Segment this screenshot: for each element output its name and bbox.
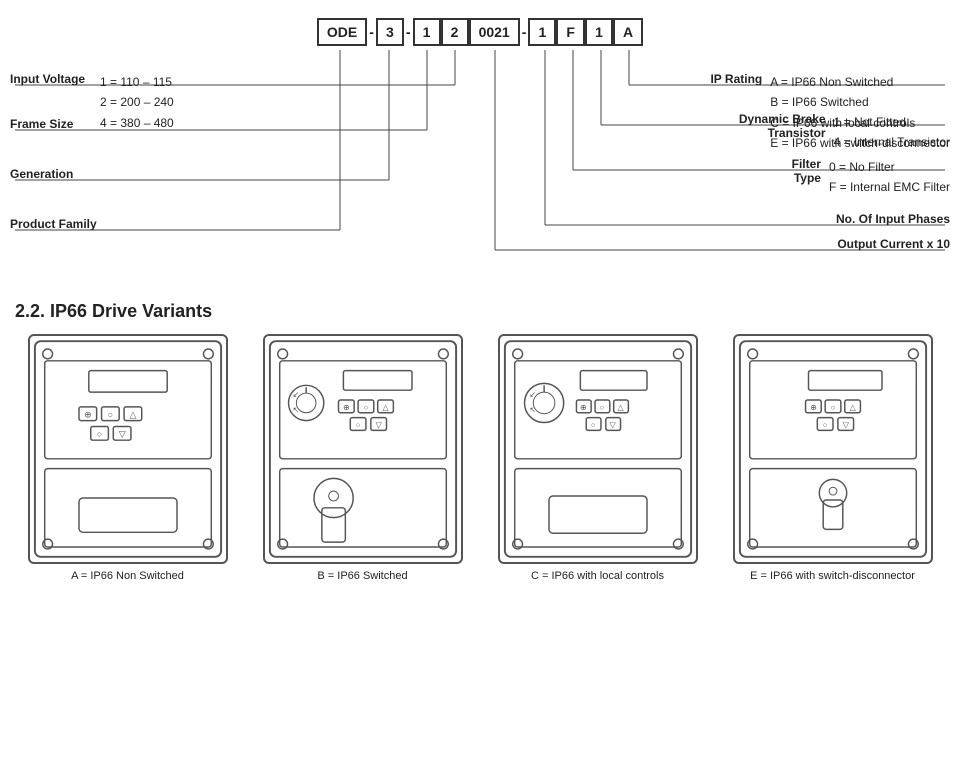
variant-E: ⊕ ○ △ ○ ▽ E = IP6: [720, 334, 945, 582]
connector-diagram: Input Voltage 1 = 110 – 1152 = 200 – 240…: [10, 50, 950, 273]
filter-type-key: FilterType: [792, 157, 821, 198]
part-number-diagram: ODE - 3 - 1 2 0021 - 1 F 1 A: [15, 10, 945, 273]
drive-C-svg: ↙ ↖ ⊕ ○ △ ○ ▽: [500, 336, 696, 562]
filter-type-values: 0 = No FilterF = Internal EMC Filter: [829, 157, 950, 198]
section-22-title: 2.2. IP66 Drive Variants: [15, 301, 945, 322]
variant-E-label: E = IP66 with switch-disconnector: [750, 570, 915, 582]
variant-E-image: ⊕ ○ △ ○ ▽: [733, 334, 933, 564]
svg-text:▽: ▽: [375, 420, 382, 429]
variant-C-image: ↙ ↖ ⊕ ○ △ ○ ▽: [498, 334, 698, 564]
variant-B: ↙ ↖ ⊕ ○ △ ○ ▽: [250, 334, 475, 582]
product-family-label: Product Family: [10, 217, 97, 231]
svg-text:⊕: ⊕: [810, 403, 817, 412]
input-voltage-key: Input Voltage: [10, 72, 100, 86]
svg-text:⊕: ⊕: [580, 403, 587, 412]
input-voltage-values: 1 = 110 – 1152 = 200 – 2404 = 380 – 480: [100, 72, 174, 133]
output-current-key: Output Current x 10: [837, 237, 950, 251]
svg-text:⊕: ⊕: [343, 403, 350, 412]
drive-A-svg: ⊕ ○ △ ○ ▽: [30, 336, 226, 562]
svg-text:↙: ↙: [529, 390, 536, 399]
num-phases-label: No. Of Input Phases: [836, 212, 950, 226]
svg-text:○: ○: [599, 403, 604, 412]
svg-text:▽: ▽: [842, 420, 849, 429]
frame-size-key: Frame Size: [10, 117, 73, 131]
code-F: F: [556, 18, 585, 46]
drive-E-svg: ⊕ ○ △ ○ ▽: [735, 336, 931, 562]
num-phases-key: No. Of Input Phases: [836, 212, 950, 226]
svg-text:○: ○: [830, 403, 835, 412]
svg-text:○: ○: [96, 429, 101, 439]
generation-label: Generation: [10, 167, 73, 181]
svg-text:○: ○: [363, 403, 368, 412]
code-0021: 0021: [469, 18, 520, 46]
generation-key: Generation: [10, 167, 73, 181]
output-current-label: Output Current x 10: [837, 237, 950, 251]
svg-text:○: ○: [590, 420, 595, 429]
sep3: -: [520, 24, 529, 40]
svg-text:△: △: [129, 410, 136, 420]
svg-text:▽: ▽: [609, 420, 616, 429]
sep2: -: [404, 24, 413, 40]
dynamic-brake-label: Dynamic BrakeTransistor 1 = Not Fitted4 …: [739, 112, 950, 153]
code-2: 2: [441, 18, 469, 46]
svg-text:○: ○: [355, 420, 360, 429]
sep1: -: [367, 24, 376, 40]
svg-text:⊕: ⊕: [84, 410, 91, 420]
variant-A: ⊕ ○ △ ○ ▽ A = IP66 Non Switched: [15, 334, 240, 582]
code-3: 3: [376, 18, 404, 46]
variant-A-image: ⊕ ○ △ ○ ▽: [28, 334, 228, 564]
svg-text:↖: ↖: [529, 406, 536, 415]
dynamic-brake-key: Dynamic BrakeTransistor: [739, 112, 826, 153]
code-A: A: [613, 18, 643, 46]
svg-text:↙: ↙: [292, 390, 299, 399]
product-family-key: Product Family: [10, 217, 97, 231]
code-ode: ODE: [317, 18, 367, 46]
svg-text:○: ○: [107, 410, 112, 420]
svg-text:○: ○: [822, 420, 827, 429]
code-1c: 1: [585, 18, 613, 46]
frame-size-label: Frame Size: [10, 117, 73, 131]
svg-text:↖: ↖: [292, 406, 299, 415]
code-1b: 1: [528, 18, 556, 46]
svg-text:△: △: [617, 403, 624, 412]
variant-B-label: B = IP66 Switched: [317, 570, 407, 582]
dynamic-brake-values: 1 = Not Fitted4 = Internal Transistor: [834, 112, 950, 153]
filter-type-label: FilterType 0 = No FilterF = Internal EMC…: [792, 157, 950, 198]
variant-B-image: ↙ ↖ ⊕ ○ △ ○ ▽: [263, 334, 463, 564]
svg-text:△: △: [849, 403, 856, 412]
svg-text:▽: ▽: [118, 429, 125, 439]
code-row: ODE - 3 - 1 2 0021 - 1 F 1 A: [317, 18, 643, 46]
svg-text:△: △: [382, 403, 389, 412]
code-1: 1: [413, 18, 441, 46]
variant-C-label: C = IP66 with local controls: [531, 570, 664, 582]
drive-B-svg: ↙ ↖ ⊕ ○ △ ○ ▽: [265, 336, 461, 562]
section-22: 2.2. IP66 Drive Variants: [15, 301, 945, 582]
variant-A-label: A = IP66 Non Switched: [71, 570, 184, 582]
variants-row: ⊕ ○ △ ○ ▽ A = IP66 Non Switched: [15, 334, 945, 582]
variant-C: ↙ ↖ ⊕ ○ △ ○ ▽: [485, 334, 710, 582]
